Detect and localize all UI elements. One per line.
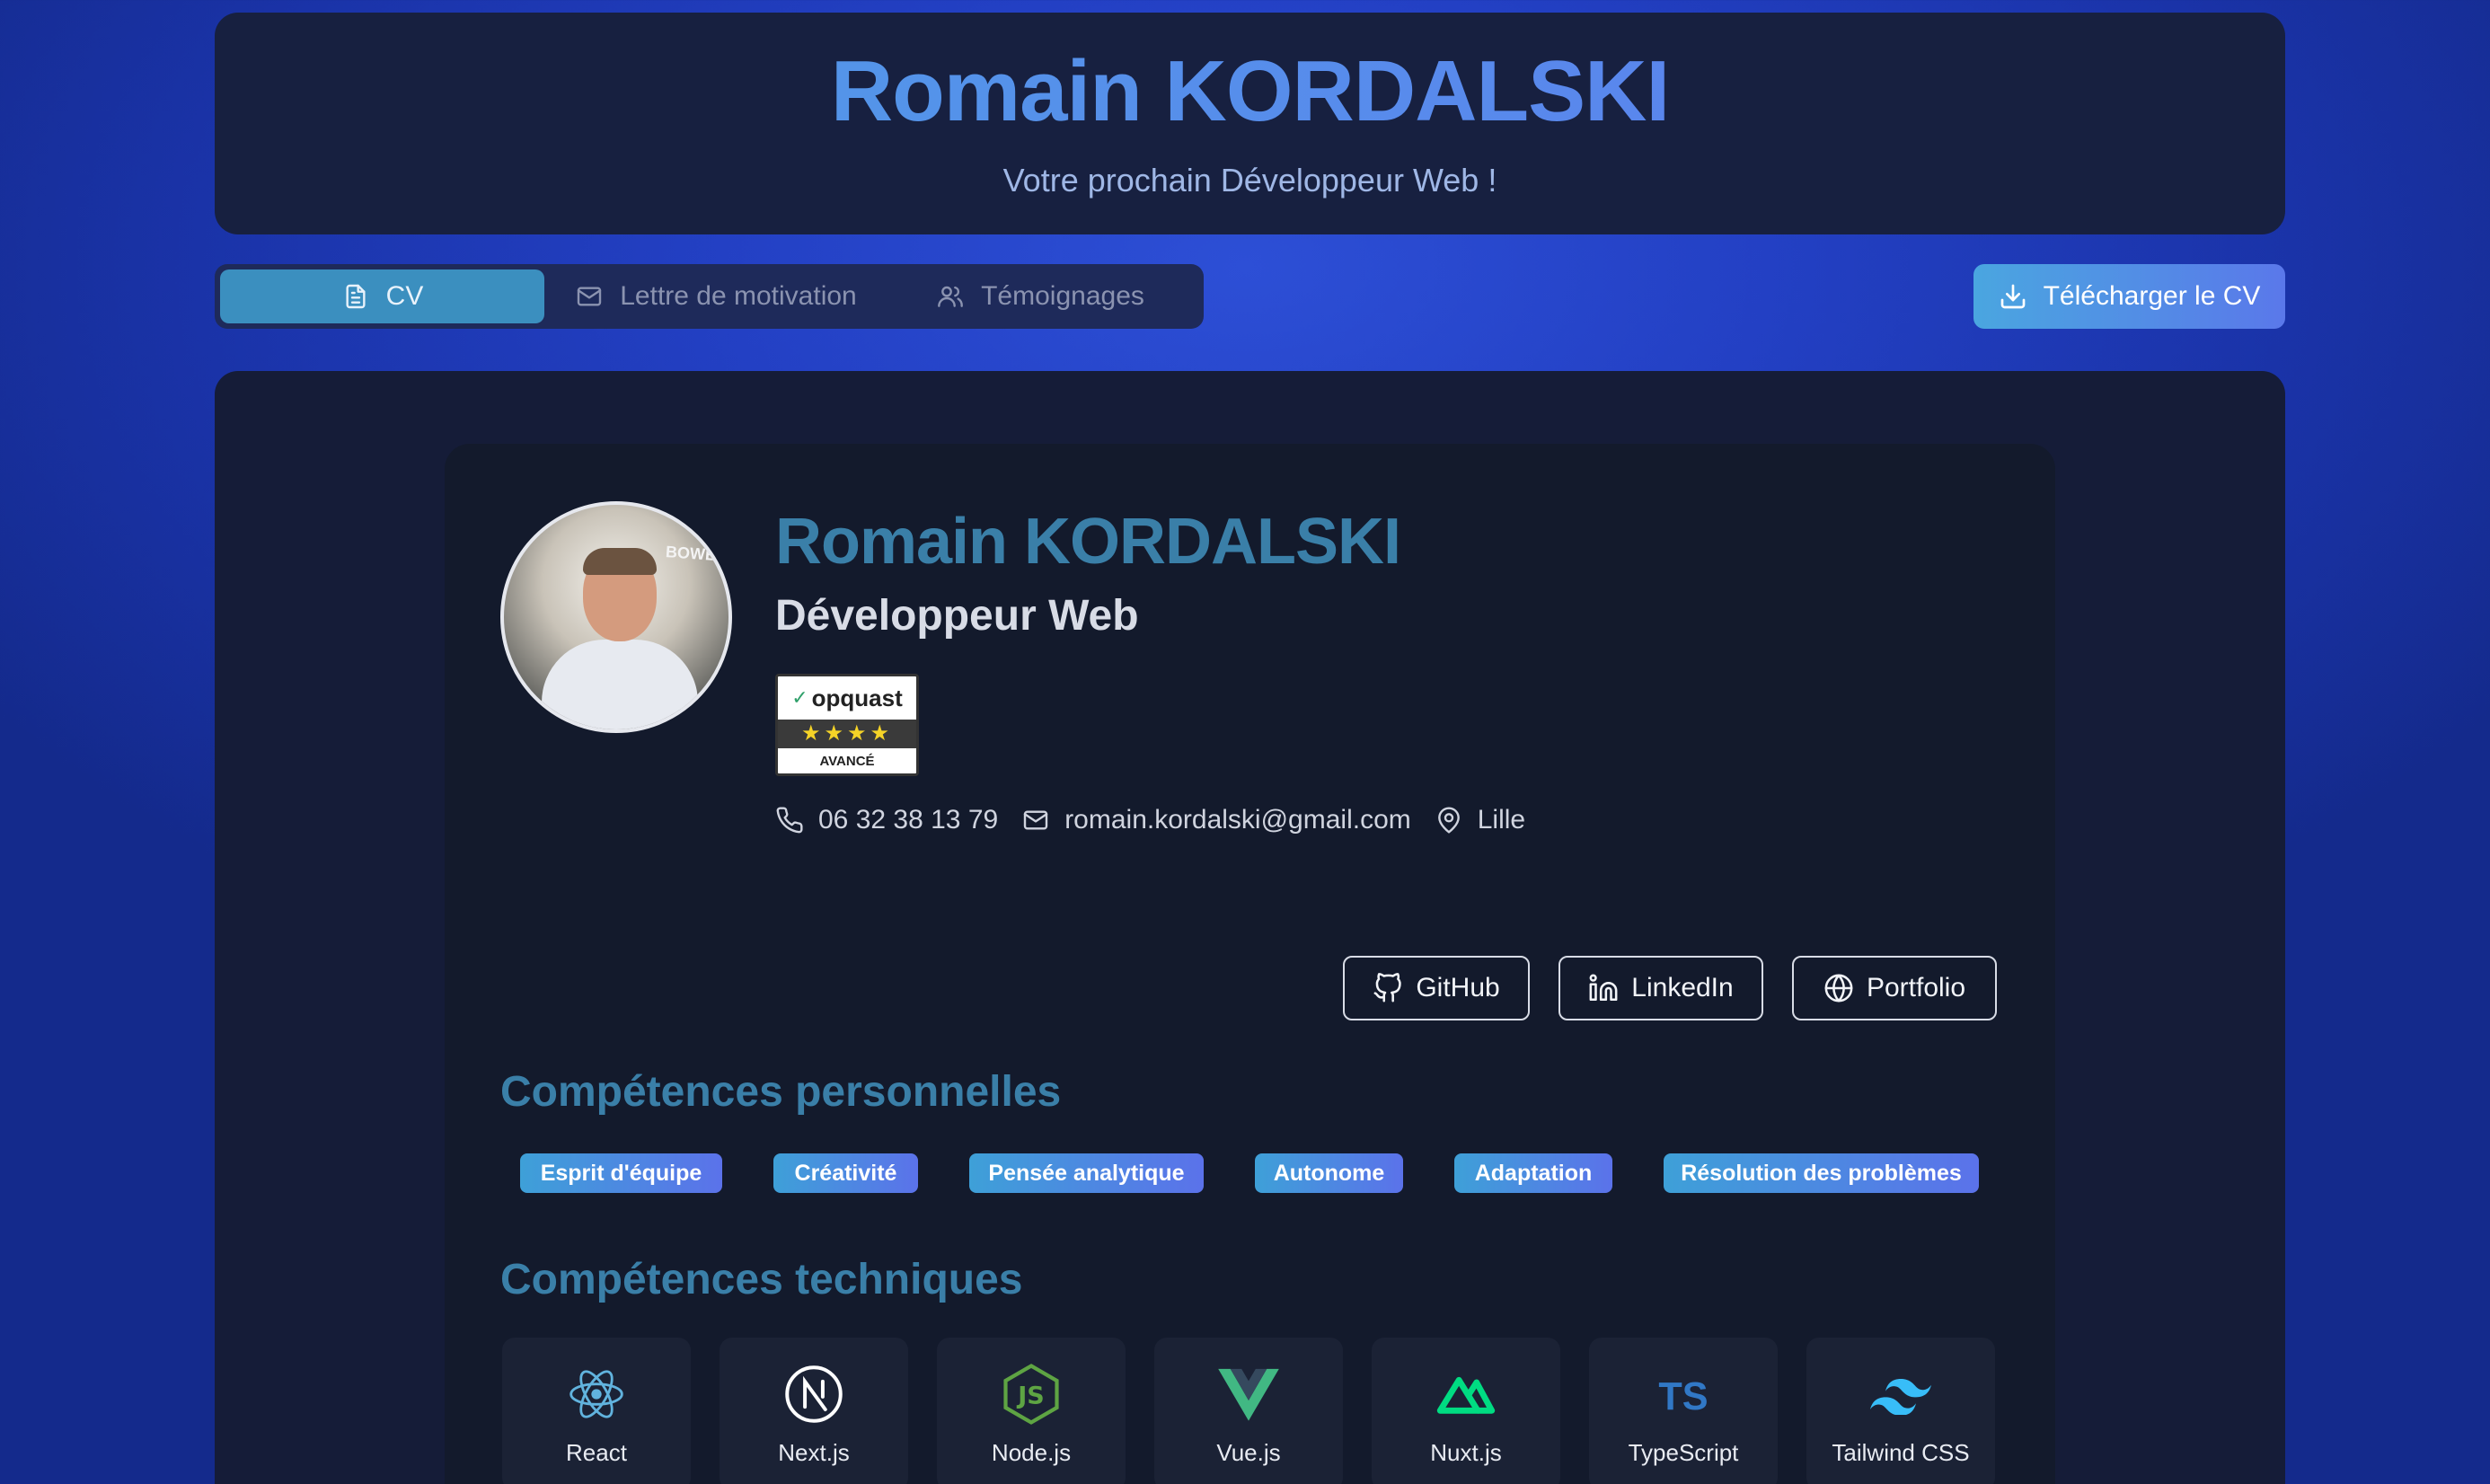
tech-skills-title: Compétences techniques bbox=[500, 1256, 1023, 1303]
mail-icon bbox=[1023, 810, 1048, 830]
profile-role: Développeur Web bbox=[775, 592, 1139, 640]
contact-info: 06 32 38 13 79 romain.kordalski@gmail.co… bbox=[775, 805, 1549, 835]
tech-label: Vue.js bbox=[1216, 1438, 1281, 1466]
contact-location: Lille bbox=[1435, 805, 1525, 835]
tab-label: Lettre de motivation bbox=[620, 281, 857, 311]
vue-icon bbox=[1218, 1368, 1279, 1421]
skill-pill: Autonome bbox=[1255, 1153, 1403, 1193]
map-pin-icon bbox=[1437, 807, 1460, 834]
linkedin-label: LinkedIn bbox=[1631, 973, 1734, 1003]
tech-label: Next.js bbox=[778, 1438, 850, 1466]
avatar-background-text: BOWE bbox=[665, 543, 717, 564]
profile-name: Romain KORDALSKI bbox=[775, 506, 1401, 578]
tech-label: Tailwind CSS bbox=[1832, 1438, 1970, 1466]
contact-phone: 06 32 38 13 79 bbox=[775, 805, 998, 835]
badge-level: AVANCÉ bbox=[819, 754, 875, 769]
skill-pill: Adaptation bbox=[1454, 1153, 1612, 1193]
tech-tile-nextjs: Next.js bbox=[720, 1338, 908, 1484]
svg-text:TS: TS bbox=[1658, 1374, 1708, 1415]
tech-tile-react: React bbox=[502, 1338, 691, 1484]
portfolio-button[interactable]: Portfolio bbox=[1792, 956, 1997, 1020]
tech-label: TypeScript bbox=[1628, 1438, 1739, 1466]
phone-text: 06 32 38 13 79 bbox=[818, 805, 999, 835]
skill-pill: Esprit d'équipe bbox=[520, 1153, 722, 1193]
opquast-badge: ✓ opquast ★★★★ AVANCÉ bbox=[775, 674, 919, 776]
phone-icon bbox=[776, 807, 803, 834]
nextjs-icon bbox=[785, 1365, 843, 1423]
skill-pill: Pensée analytique bbox=[969, 1153, 1204, 1193]
github-icon bbox=[1373, 973, 1402, 1003]
avatar: BOWE bbox=[500, 501, 732, 733]
skill-pill: Résolution des problèmes bbox=[1664, 1153, 1979, 1193]
check-icon: ✓ bbox=[791, 686, 808, 709]
nodejs-icon: JS bbox=[1003, 1363, 1059, 1425]
tab-lettre-de-motivation[interactable]: Lettre de motivation bbox=[544, 269, 887, 323]
tech-label: Nuxt.js bbox=[1430, 1438, 1502, 1466]
tech-tile-tailwind: Tailwind CSS bbox=[1806, 1338, 1995, 1484]
tech-tile-nuxtjs: Nuxt.js bbox=[1372, 1338, 1560, 1484]
portfolio-label: Portfolio bbox=[1866, 973, 1966, 1003]
soft-skills-title: Compétences personnelles bbox=[500, 1068, 1062, 1116]
tech-tile-vuejs: Vue.js bbox=[1154, 1338, 1343, 1484]
tab-bar: CV Lettre de motivation Témoignages bbox=[215, 264, 1204, 329]
location-text: Lille bbox=[1477, 805, 1526, 835]
tech-tile-nodejs: JS Node.js bbox=[937, 1338, 1126, 1484]
file-icon bbox=[346, 284, 366, 309]
linkedin-button[interactable]: LinkedIn bbox=[1558, 956, 1763, 1020]
globe-icon bbox=[1824, 974, 1853, 1003]
tab-temoignages[interactable]: Témoignages bbox=[887, 269, 1193, 323]
download-icon bbox=[2000, 284, 2025, 309]
badge-stars: ★★★★ bbox=[778, 720, 916, 748]
react-icon bbox=[570, 1369, 623, 1418]
header-title: Romain KORDALSKI bbox=[215, 49, 2285, 135]
tech-label: React bbox=[566, 1438, 627, 1466]
tech-tile-typescript: TS TypeScript bbox=[1589, 1338, 1778, 1484]
tech-label: Node.js bbox=[991, 1438, 1072, 1466]
download-label: Télécharger le CV bbox=[2043, 281, 2261, 311]
badge-brand: opquast bbox=[811, 684, 903, 711]
users-icon bbox=[938, 286, 963, 307]
download-cv-button[interactable]: Télécharger le CV bbox=[1973, 264, 2285, 329]
tab-label: CV bbox=[385, 281, 424, 311]
email-text: romain.kordalski@gmail.com bbox=[1064, 805, 1411, 835]
github-label: GitHub bbox=[1416, 973, 1500, 1003]
page-header: Romain KORDALSKI Votre prochain Développ… bbox=[215, 13, 2285, 234]
typescript-icon: TS bbox=[1658, 1374, 1708, 1415]
tab-cv[interactable]: CV bbox=[220, 269, 544, 323]
contact-email: romain.kordalski@gmail.com bbox=[1021, 805, 1411, 835]
linkedin-icon bbox=[1589, 974, 1618, 1002]
skill-pill: Créativité bbox=[773, 1153, 918, 1193]
nuxt-icon bbox=[1436, 1376, 1496, 1414]
github-button[interactable]: GitHub bbox=[1343, 956, 1530, 1020]
tab-label: Témoignages bbox=[981, 281, 1144, 311]
tailwind-icon bbox=[1870, 1378, 1931, 1415]
mail-icon bbox=[578, 287, 602, 306]
svg-text:JS: JS bbox=[1016, 1382, 1045, 1409]
header-subtitle: Votre prochain Développeur Web ! bbox=[1002, 162, 1497, 199]
